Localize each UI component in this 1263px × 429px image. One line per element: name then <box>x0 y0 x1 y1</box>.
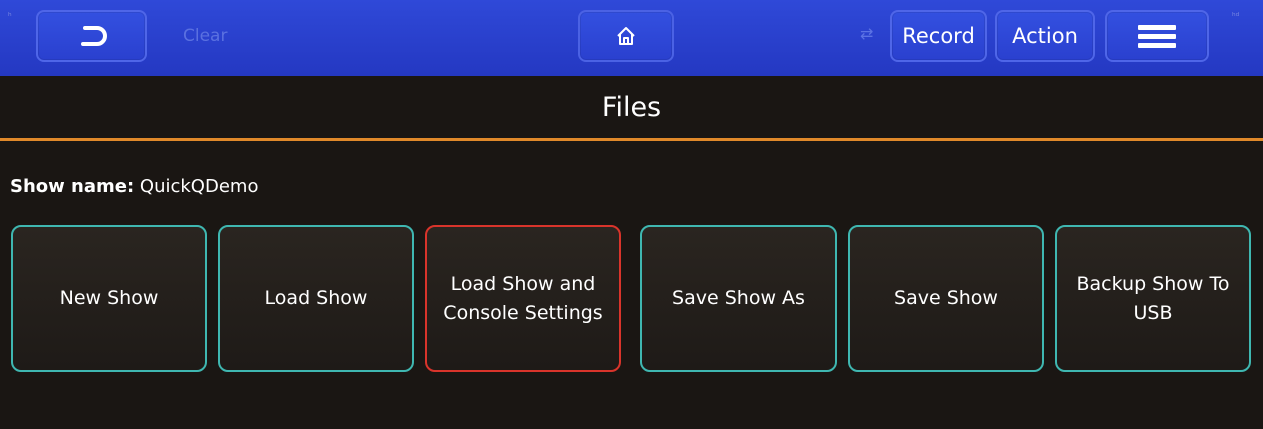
new-show-button[interactable]: New Show <box>11 225 207 372</box>
save-show-button[interactable]: Save Show <box>848 225 1044 372</box>
home-button[interactable] <box>578 10 674 62</box>
home-icon <box>617 27 635 45</box>
clear-button[interactable]: Clear <box>183 26 227 46</box>
title-divider <box>0 138 1263 141</box>
show-name-row: Show name: QuickQDemo <box>10 176 258 197</box>
show-name-label: Show name: <box>10 176 135 197</box>
undo-button[interactable] <box>36 10 147 62</box>
load-show-button[interactable]: Load Show <box>218 225 414 372</box>
record-button[interactable]: Record <box>890 10 987 62</box>
show-name-value: QuickQDemo <box>139 176 259 197</box>
page-title: Files <box>601 91 662 123</box>
backup-show-to-usb-button[interactable]: Backup Show To USB <box>1055 225 1251 372</box>
hamburger-menu-icon <box>1138 21 1176 52</box>
save-show-as-button[interactable]: Save Show As <box>640 225 837 372</box>
swap-arrows-icon: ⇄ <box>860 24 874 43</box>
top-toolbar: ʰ Clear ⇄ Record Action ʰᵈ <box>0 0 1263 76</box>
undo-arrow-icon <box>80 26 107 46</box>
corner-mark-right: ʰᵈ <box>1232 12 1240 22</box>
corner-mark-left: ʰ <box>8 12 12 22</box>
load-show-and-console-settings-button[interactable]: Load Show and Console Settings <box>425 225 621 372</box>
action-button[interactable]: Action <box>995 10 1095 62</box>
menu-button[interactable] <box>1105 10 1209 62</box>
